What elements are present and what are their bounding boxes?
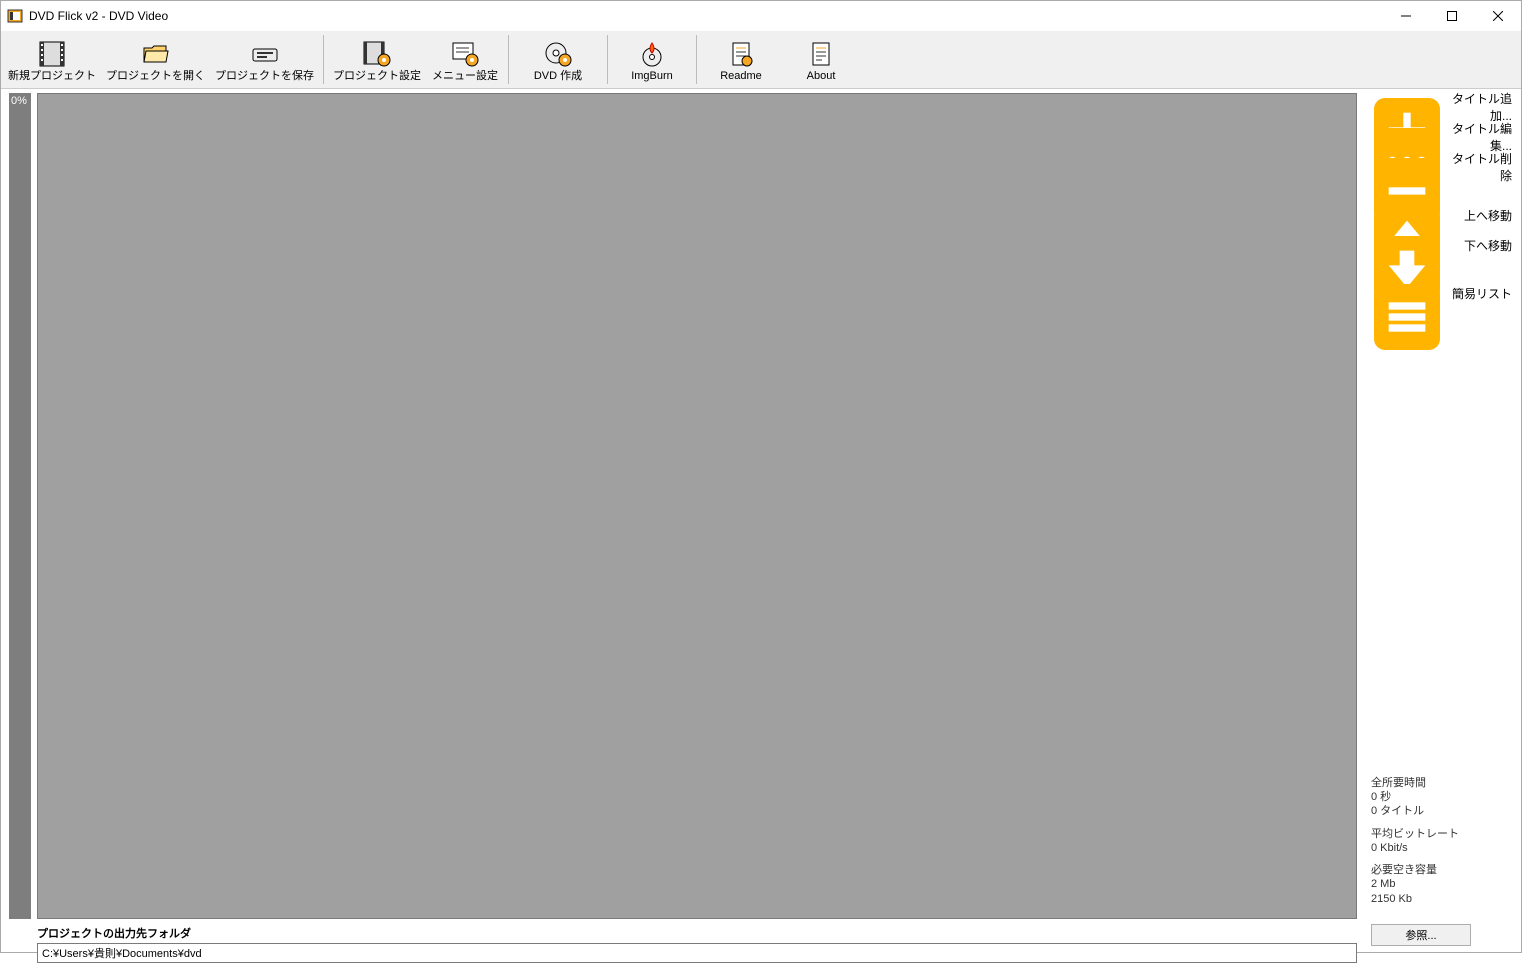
toolbar-separator xyxy=(696,35,697,84)
create-dvd-button[interactable]: DVD 作成 xyxy=(513,33,603,86)
disc-gear-icon xyxy=(542,38,574,70)
delete-title-label: タイトル削除 xyxy=(1446,150,1512,184)
save-project-label: プロジェクトを保存 xyxy=(215,70,314,83)
window-title: DVD Flick v2 - DVD Video xyxy=(29,9,168,23)
film-icon xyxy=(36,38,68,70)
titlebar: DVD Flick v2 - DVD Video xyxy=(1,1,1521,31)
list-icon xyxy=(1374,284,1440,302)
toolbar-separator xyxy=(607,35,608,84)
new-project-button[interactable]: 新規プロジェクト xyxy=(3,33,101,86)
delete-title-button[interactable]: タイトル削除 xyxy=(1371,155,1515,179)
move-down-button[interactable]: 下へ移動 xyxy=(1371,233,1515,257)
film-gear-icon xyxy=(361,38,393,70)
add-title-label: タイトル追加... xyxy=(1446,90,1512,124)
bitrate-label: 平均ビットレート xyxy=(1371,827,1515,841)
space-value2: 2150 Kb xyxy=(1371,892,1515,906)
space-gauge-label: 0% xyxy=(11,95,27,107)
easy-list-label: 簡易リスト xyxy=(1446,285,1512,302)
space-gauge xyxy=(9,93,31,919)
close-icon xyxy=(1493,11,1503,21)
minus-icon xyxy=(1374,158,1440,176)
canvas-area: プロジェクトの出力先フォルダ xyxy=(31,89,1363,952)
about-button[interactable]: About xyxy=(781,33,861,86)
project-settings-label: プロジェクト設定 xyxy=(333,70,421,83)
stats-block: 全所要時間 0 秒 0 タイトル 平均ビットレート 0 Kbit/s 必要空き容… xyxy=(1371,776,1515,946)
document-icon xyxy=(725,38,757,70)
minimize-icon xyxy=(1401,11,1411,21)
flame-disc-icon xyxy=(636,38,668,70)
imgburn-label: ImgBurn xyxy=(631,70,673,83)
left-strip: 0% xyxy=(1,89,31,952)
imgburn-button[interactable]: ImgBurn xyxy=(612,33,692,86)
output-folder-label: プロジェクトの出力先フォルダ xyxy=(37,925,1357,941)
project-settings-button[interactable]: プロジェクト設定 xyxy=(328,33,426,86)
window-controls xyxy=(1383,1,1521,31)
body-area: 0% プロジェクトの出力先フォルダ タイトル追加... xyxy=(1,89,1521,952)
title-actions-group: タイトル追加... タイトル編集... タイトル削除 xyxy=(1371,95,1515,179)
edit-icon xyxy=(1374,128,1440,146)
arrow-up-icon xyxy=(1374,206,1440,224)
arrow-down-icon xyxy=(1374,236,1440,254)
new-project-label: 新規プロジェクト xyxy=(8,70,96,83)
menu-settings-label: メニュー設定 xyxy=(432,70,498,83)
move-up-label: 上へ移動 xyxy=(1446,207,1512,224)
move-actions-group: 上へ移動 下へ移動 xyxy=(1371,203,1515,257)
app-icon xyxy=(7,8,23,24)
about-label: About xyxy=(807,70,836,83)
open-project-label: プロジェクトを開く xyxy=(106,70,205,83)
readme-label: Readme xyxy=(720,70,762,83)
total-time-label: 全所要時間 xyxy=(1371,776,1515,790)
toolbar-separator xyxy=(508,35,509,84)
folder-open-icon xyxy=(140,38,172,70)
save-project-button[interactable]: プロジェクトを保存 xyxy=(210,33,319,86)
minimize-button[interactable] xyxy=(1383,1,1429,31)
browse-button[interactable]: 参照... xyxy=(1371,924,1471,946)
close-button[interactable] xyxy=(1475,1,1521,31)
output-bar: プロジェクトの出力先フォルダ xyxy=(37,925,1357,963)
total-time-value: 0 秒 xyxy=(1371,790,1515,804)
menu-settings-button[interactable]: メニュー設定 xyxy=(426,33,504,86)
save-icon xyxy=(249,38,281,70)
maximize-icon xyxy=(1447,11,1457,21)
list-actions-group: 簡易リスト xyxy=(1371,281,1515,305)
move-down-label: 下へ移動 xyxy=(1446,237,1512,254)
edit-title-button[interactable]: タイトル編集... xyxy=(1371,125,1515,149)
readme-button[interactable]: Readme xyxy=(701,33,781,86)
add-title-button[interactable]: タイトル追加... xyxy=(1371,95,1515,119)
info-document-icon xyxy=(805,38,837,70)
space-value1: 2 Mb xyxy=(1371,877,1515,891)
maximize-button[interactable] xyxy=(1429,1,1475,31)
app-window: DVD Flick v2 - DVD Video 新規プロジェクト プロジェ xyxy=(0,0,1522,953)
open-project-button[interactable]: プロジェクトを開く xyxy=(101,33,210,86)
easy-list-button[interactable]: 簡易リスト xyxy=(1371,281,1515,305)
title-count-value: 0 タイトル xyxy=(1371,804,1515,818)
plus-icon xyxy=(1374,98,1440,116)
menu-gear-icon xyxy=(449,38,481,70)
toolbar-separator xyxy=(323,35,324,84)
main-toolbar: 新規プロジェクト プロジェクトを開く プロジェクトを保存 プロジェクト設定 メ xyxy=(1,31,1521,89)
title-list-canvas[interactable] xyxy=(37,93,1357,919)
right-panel: タイトル追加... タイトル編集... タイトル削除 xyxy=(1363,89,1521,952)
move-up-button[interactable]: 上へ移動 xyxy=(1371,203,1515,227)
space-label: 必要空き容量 xyxy=(1371,863,1515,877)
output-path-input[interactable] xyxy=(37,943,1357,963)
create-dvd-label: DVD 作成 xyxy=(534,70,582,83)
bitrate-value: 0 Kbit/s xyxy=(1371,841,1515,855)
edit-title-label: タイトル編集... xyxy=(1446,120,1512,154)
